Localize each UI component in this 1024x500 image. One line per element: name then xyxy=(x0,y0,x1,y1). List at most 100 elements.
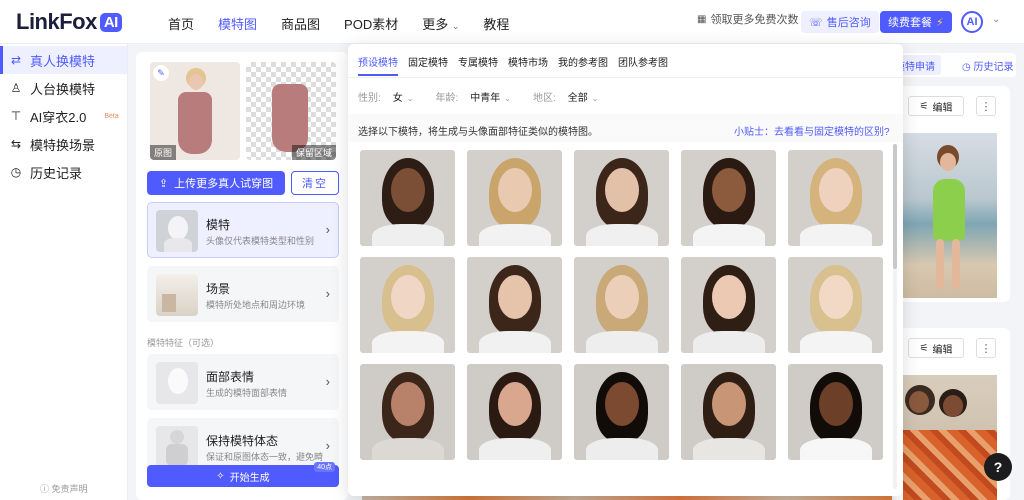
filter-bar: 性别: 女 ⌄ 年龄: 中青年 ⌄ 地区: 全部 ⌄ xyxy=(358,89,598,104)
model-portrait[interactable] xyxy=(360,150,455,246)
edit-label: 编辑 xyxy=(932,102,953,114)
sidebar-item-person-swap[interactable]: ⇄ 真人换模特 xyxy=(0,46,127,74)
expression-thumbnail xyxy=(156,362,198,404)
help-button[interactable]: ? xyxy=(984,453,1012,481)
model-head-thumbnail xyxy=(156,210,198,252)
result-image[interactable] xyxy=(903,375,997,500)
after-sales-button[interactable]: ☏ 售后咨询 xyxy=(801,11,879,33)
model-portrait[interactable] xyxy=(574,257,669,353)
nav-item-model-image[interactable]: 模特图 xyxy=(218,14,257,33)
sidebar-item-history[interactable]: ◷ 历史记录 xyxy=(0,158,127,186)
filter-value: 中青年 xyxy=(470,93,501,104)
card-desc: 模特所处地点和周边环境 xyxy=(206,300,306,310)
result-image[interactable] xyxy=(903,133,997,298)
sparkle-icon: ✧ xyxy=(216,470,225,482)
model-portrait[interactable] xyxy=(360,364,455,460)
chevron-down-icon[interactable]: ⌄ xyxy=(992,14,1000,25)
scene-select-card[interactable]: 场景 模特所处地点和周边环境 › xyxy=(147,266,339,322)
tab-preset-models[interactable]: 预设模特 xyxy=(358,54,398,76)
generate-button[interactable]: ✧ 开始生成 40点 xyxy=(147,462,339,487)
model-portrait[interactable] xyxy=(467,364,562,460)
beta-badge: Beta xyxy=(104,112,119,120)
sidebar-item-mannequin-swap[interactable]: ♙ 人台换模特 xyxy=(0,74,127,102)
avatar[interactable]: AI xyxy=(961,11,983,33)
more-options-button[interactable]: ⋮ xyxy=(976,338,996,358)
after-sales-label: 售后咨询 xyxy=(826,17,871,29)
model-picker-popover: 预设模特 固定模特 专属模特 模特市场 我的参考图 团队参考图 性别: 女 ⌄ 年龄… xyxy=(348,44,903,496)
free-credits-link[interactable]: ▦ 领取更多免费次数 xyxy=(697,11,798,27)
chevron-down-icon: ⌄ xyxy=(504,94,511,103)
model-portrait[interactable] xyxy=(788,150,883,246)
sidebar-item-ai-dress[interactable]: ⊤ AI穿衣2.0 Beta xyxy=(0,102,127,130)
model-portrait[interactable] xyxy=(574,150,669,246)
tab-team-references[interactable]: 团队参考图 xyxy=(618,54,668,76)
edit-label: 编辑 xyxy=(932,344,953,356)
chevron-down-icon: ⌄ xyxy=(591,94,599,103)
sidebar: ⇄ 真人换模特 ♙ 人台换模特 ⊤ AI穿衣2.0 Beta ⇆ 模特换场景 ◷ 历史记录 … xyxy=(0,44,128,500)
disclaimer-label: 免责声明 xyxy=(51,484,88,494)
nav-item-more[interactable]: 更多 ⌄ xyxy=(422,14,459,33)
chevron-right-icon: › xyxy=(325,222,330,237)
more-options-button[interactable]: ⋮ xyxy=(976,96,996,116)
config-panel: ✎ 原图 保留区域 ⇪ 上传更多真人试穿图 清空 模特 头像仅代表模特类型和性别 … xyxy=(136,52,348,500)
info-icon: ⓘ xyxy=(40,484,50,494)
tab-exclusive-models[interactable]: 专属模特 xyxy=(458,54,498,76)
model-portrait[interactable] xyxy=(788,257,883,353)
sliders-icon: ⚟ xyxy=(919,342,929,354)
chevron-right-icon: › xyxy=(325,438,330,453)
edit-button[interactable]: ⚟ 编辑 xyxy=(908,96,964,116)
clear-button[interactable]: 清空 xyxy=(291,171,339,195)
original-image[interactable]: ✎ 原图 xyxy=(150,62,240,160)
cost-badge: 40点 xyxy=(314,462,335,472)
history-button[interactable]: ◷ 历史记录 xyxy=(962,58,1014,73)
model-portrait[interactable] xyxy=(788,364,883,460)
sidebar-item-scene-swap[interactable]: ⇆ 模特换场景 xyxy=(0,130,127,158)
original-label: 原图 xyxy=(150,145,177,160)
age-filter[interactable]: 年龄: 中青年 ⌄ xyxy=(435,89,510,104)
fixed-model-diff-link[interactable]: 小贴士：去看看与固定模特的区别? xyxy=(734,123,890,138)
model-portrait[interactable] xyxy=(467,150,562,246)
nav-item-product-image[interactable]: 商品图 xyxy=(281,14,320,33)
tab-divider xyxy=(348,77,903,78)
filter-label: 地区: xyxy=(532,93,556,104)
keep-region-image[interactable]: 保留区域 xyxy=(246,62,336,160)
free-credits-label: 领取更多免费次数 xyxy=(710,14,799,26)
logo-text: LinkFox xyxy=(16,9,97,34)
model-portrait[interactable] xyxy=(360,257,455,353)
tip-text: 选择以下模特，将生成与头像面部特征类似的模特图。 xyxy=(358,127,598,138)
renew-button[interactable]: 续费套餐 ⚡ xyxy=(880,11,952,33)
scrollbar-thumb[interactable] xyxy=(893,144,897,269)
card-title: 模特 xyxy=(206,218,231,232)
lightning-icon: ⚡ xyxy=(936,16,944,29)
model-portrait[interactable] xyxy=(681,364,776,460)
pose-thumbnail xyxy=(156,426,198,468)
sidebar-item-label: 真人换模特 xyxy=(30,53,96,69)
logo[interactable]: LinkFox AI xyxy=(16,9,122,35)
nav-item-pod[interactable]: POD素材 xyxy=(344,14,398,33)
tab-fixed-models[interactable]: 固定模特 xyxy=(408,54,448,76)
upload-button[interactable]: ⇪ 上传更多真人试穿图 xyxy=(147,171,285,195)
edit-button[interactable]: ⚟ 编辑 xyxy=(908,338,964,358)
disclaimer-link[interactable]: ⓘ 免责声明 xyxy=(40,482,88,495)
model-portrait[interactable] xyxy=(681,257,776,353)
model-portrait[interactable] xyxy=(574,364,669,460)
tab-my-references[interactable]: 我的参考图 xyxy=(558,54,608,76)
expression-select-card[interactable]: 面部表情 生成的模特面部表情 › xyxy=(147,354,339,410)
gender-filter[interactable]: 性别: 女 ⌄ xyxy=(358,89,413,104)
nav-item-home[interactable]: 首页 xyxy=(168,14,194,33)
phone-icon: ☏ xyxy=(809,16,823,29)
sliders-icon: ⚟ xyxy=(919,100,929,112)
model-portrait[interactable] xyxy=(467,257,562,353)
sidebar-item-label: AI穿衣2.0 xyxy=(30,109,87,125)
tip-bar: 选择以下模特，将生成与头像面部特征类似的模特图。 小贴士：去看看与固定模特的区别… xyxy=(348,114,903,142)
card-title: 场景 xyxy=(206,282,231,296)
model-select-card[interactable]: 模特 头像仅代表模特类型和性别 › xyxy=(147,202,339,258)
model-portrait[interactable] xyxy=(681,150,776,246)
logo-badge: AI xyxy=(99,13,122,32)
edit-pencil-icon[interactable]: ✎ xyxy=(153,65,169,81)
scene-thumbnail xyxy=(156,274,198,316)
nav-item-tutorial[interactable]: 教程 xyxy=(483,14,509,33)
tab-model-market[interactable]: 模特市场 xyxy=(508,54,548,76)
scene-swap-icon: ⇆ xyxy=(10,137,22,151)
region-filter[interactable]: 地区: 全部 ⌄ xyxy=(533,89,598,104)
